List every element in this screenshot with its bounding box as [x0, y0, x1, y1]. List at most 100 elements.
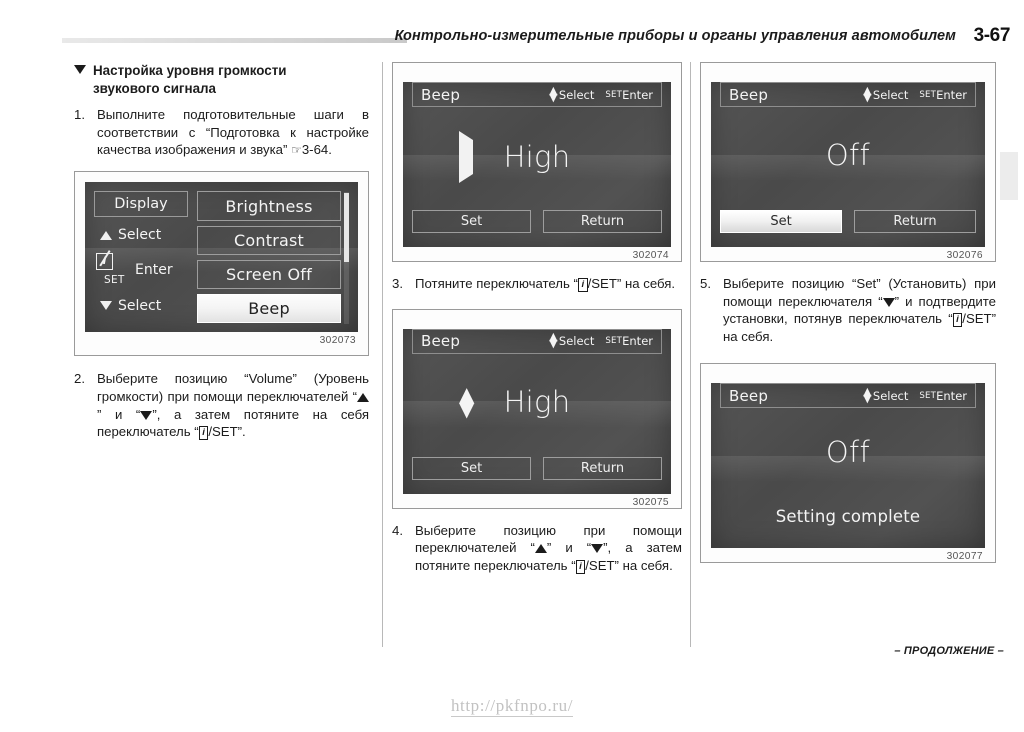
lcd-return-button[interactable]: Return — [543, 456, 662, 480]
info-set-icon: i SET — [96, 250, 130, 287]
scrollbar-thumb[interactable] — [344, 193, 349, 263]
step-3-number: 3. — [392, 276, 403, 291]
lcd-beep-off-complete: Beep ▲ ▼ Select SET Enter Off Setting com — [711, 383, 985, 549]
info-icon: i — [198, 426, 209, 441]
step-5: 5. Выберите позицию “Set” (Установить) п… — [700, 275, 996, 345]
column-divider-2 — [690, 62, 691, 647]
lcd-title: Beep — [421, 85, 461, 104]
menu-item-beep[interactable]: Beep — [197, 294, 341, 324]
hint-enter: SET Enter — [605, 88, 653, 102]
hint-enter-label: Enter — [622, 87, 653, 102]
triangle-down-icon — [882, 297, 895, 307]
triangle-up-icon — [357, 392, 369, 402]
step-4-number: 4. — [392, 522, 403, 538]
hint-set-label: SET — [605, 336, 623, 347]
lcd-select-down-label: Select — [118, 297, 162, 314]
watermark-url-text: http://pkfnpo.ru/ — [450, 696, 574, 717]
lcd-select-up-label: Select — [118, 227, 162, 244]
step-2-text-part4: /SET”. — [208, 424, 246, 440]
lcd-topbar: Beep ▲ ▼ Select SET Enter — [412, 82, 662, 107]
step-3-text-part1: Потяните переключатель “ — [415, 276, 578, 291]
hint-select-label: Select — [558, 87, 595, 102]
step-3-text-part2: /SET” на себя. — [587, 276, 676, 291]
figure-code: 302073 — [319, 335, 356, 347]
column-divider-1 — [382, 62, 383, 647]
hint-select: ▲ ▼ Select — [863, 384, 908, 405]
figure-beep-high-pointer: Beep ▲ ▼ Select SET Enter High Set Retur… — [392, 62, 682, 262]
lcd-return-button[interactable]: Return — [854, 210, 976, 233]
figure-menu-screen: Display Select i SET Enter Select Bright… — [74, 171, 369, 357]
step-2-number: 2. — [74, 371, 85, 387]
step-3: 3. Потяните переключатель “i/SET” на себ… — [392, 275, 682, 293]
manual-page: Контрольно-измерительные приборы и орган… — [0, 0, 1024, 732]
step-1-reference: 3-64. — [301, 142, 332, 158]
lcd-set-label: SET — [104, 274, 125, 287]
chapter-side-tab — [1000, 152, 1018, 200]
menu-item-screen-off[interactable]: Screen Off — [197, 259, 341, 290]
info-icon: i — [577, 278, 588, 292]
lcd-buttons: Set Return — [720, 210, 976, 233]
lcd-set-button[interactable]: Set — [720, 210, 842, 233]
lcd-display-button[interactable]: Display — [94, 191, 188, 218]
lcd-value: High — [503, 384, 571, 419]
reference-arrow-icon: ☞ — [291, 143, 302, 158]
section-heading-line2: звукового сигнала — [93, 80, 216, 96]
step-2: 2. Выберите позицию “Volume” (Уровень гр… — [74, 370, 369, 441]
hint-enter: SET Enter — [919, 389, 967, 403]
menu-item-contrast[interactable]: Contrast — [197, 225, 341, 255]
step-4: 4. Выберите позицию при помощи переключа… — [392, 522, 682, 575]
info-icon: i — [952, 313, 963, 328]
lcd-topbar: Beep ▲ ▼ Select SET Enter — [412, 328, 662, 354]
lcd-set-button[interactable]: Set — [412, 210, 531, 233]
figure-beep-off-complete: Beep ▲ ▼ Select SET Enter Off Setting com — [700, 363, 996, 564]
lcd-status-message: Setting complete — [775, 507, 921, 527]
hint-enter-label: Enter — [936, 87, 967, 102]
lcd-select-up-row[interactable]: Select — [94, 217, 188, 252]
figure-code: 302076 — [946, 250, 983, 261]
hint-enter-label: Enter — [622, 334, 653, 349]
hint-select: ▲ ▼ Select — [549, 331, 594, 349]
lcd-value-row: Off — [711, 435, 985, 469]
up-down-arrow-icon: ▲ ▼ — [863, 384, 872, 405]
hint-select: ▲ ▼ Select — [863, 85, 909, 103]
lcd-select-down-row[interactable]: Select — [94, 288, 188, 323]
section-heading: Настройка уровня громкости звукового сиг… — [74, 62, 369, 97]
triangle-down-icon — [591, 544, 604, 554]
page-header-title: Контрольно-измерительные приборы и орган… — [394, 28, 956, 44]
hint-enter-label: Enter — [936, 388, 967, 403]
page-number: 3-67 — [973, 25, 1011, 46]
triangle-down-icon — [140, 410, 153, 420]
lcd-return-button[interactable]: Return — [543, 210, 662, 233]
lcd-menu-screen: Display Select i SET Enter Select Bright… — [85, 182, 358, 333]
scrollbar-track[interactable] — [344, 192, 349, 325]
up-down-arrow-icon: ▲ ▼ — [549, 83, 558, 104]
lcd-enter-row[interactable]: i SET Enter — [94, 250, 188, 288]
step-5-number: 5. — [700, 276, 711, 291]
triangle-up-icon — [100, 230, 112, 240]
lcd-set-button[interactable]: Set — [412, 456, 531, 480]
triangle-down-icon — [100, 301, 112, 311]
hint-select-label: Select — [872, 87, 909, 102]
step-2-text-part2: ” и “ — [97, 406, 141, 422]
lcd-buttons: Set Return — [412, 210, 662, 233]
lcd-topbar: Beep ▲ ▼ Select SET Enter — [720, 82, 976, 107]
hint-set-label: SET — [919, 390, 937, 401]
lcd-hints: ▲ ▼ Select SET Enter — [549, 83, 653, 104]
hint-set-label: SET — [605, 89, 623, 100]
lcd-menu-left-panel: Display Select i SET Enter Select — [94, 191, 188, 323]
menu-item-brightness[interactable]: Brightness — [197, 191, 341, 221]
lcd-value: High — [503, 140, 571, 174]
up-down-selector-icon: ▲ ▼ — [459, 382, 475, 421]
figure-beep-off-set: Beep ▲ ▼ Select SET Enter Off Set Return… — [700, 62, 996, 262]
hint-enter: SET Enter — [605, 334, 653, 348]
triangle-up-icon — [534, 544, 547, 554]
hint-set-label: SET — [919, 89, 937, 100]
lcd-beep-high-pointer: Beep ▲ ▼ Select SET Enter High Set Retur… — [403, 82, 671, 247]
lcd-buttons: Set Return — [412, 456, 662, 480]
lcd-title: Beep — [729, 386, 769, 405]
header-rule — [62, 38, 407, 43]
lcd-title: Beep — [421, 332, 461, 351]
watermark-url: http://pkfnpo.ru/ — [0, 696, 1024, 717]
lcd-beep-off-set: Beep ▲ ▼ Select SET Enter Off Set Return — [711, 82, 985, 247]
info-icon: i — [575, 559, 586, 574]
